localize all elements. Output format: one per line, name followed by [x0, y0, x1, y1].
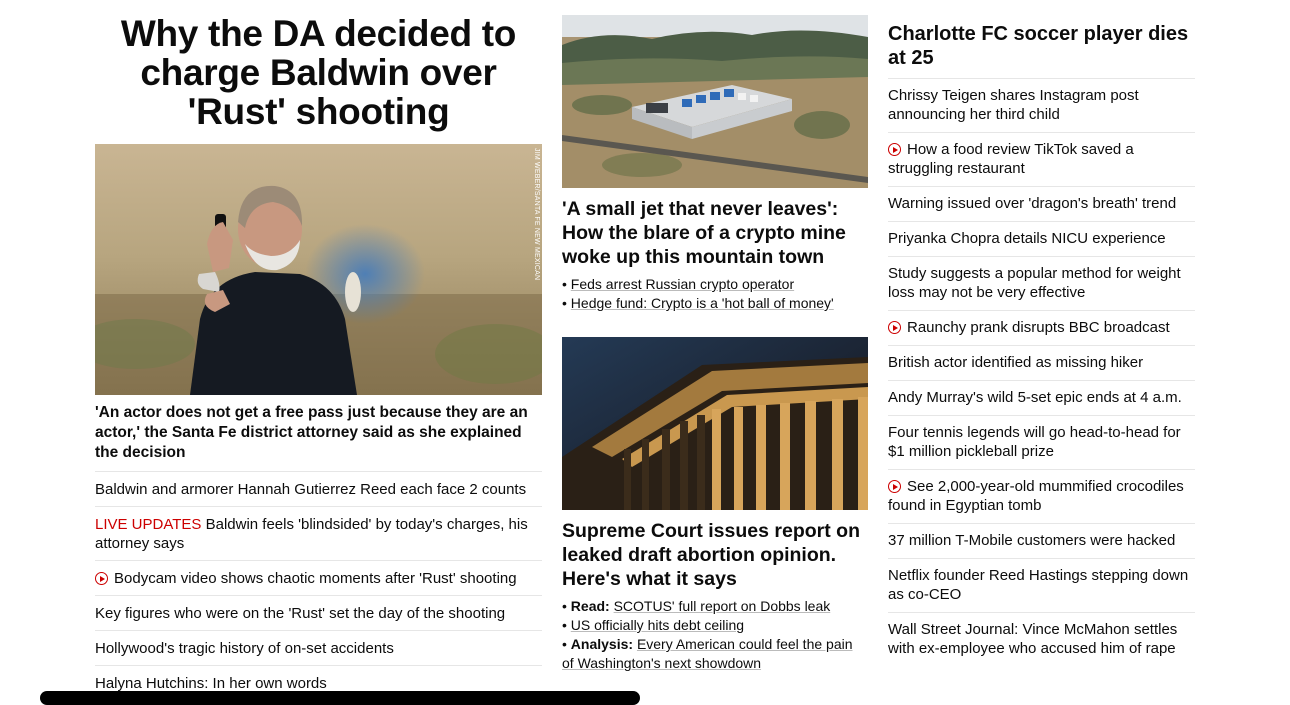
right-story[interactable]: Netflix founder Reed Hastings stepping d… — [888, 559, 1195, 613]
bullet-link[interactable]: • US officially hits debt ceiling — [562, 616, 868, 635]
story-text: Bodycam video shows chaotic moments afte… — [114, 570, 517, 587]
bullet-link[interactable]: • Read: SCOTUS' full report on Dobbs lea… — [562, 597, 868, 616]
right-story[interactable]: Wall Street Journal: Vince McMahon settl… — [888, 613, 1195, 666]
right-story[interactable]: Chrissy Teigen shares Instagram post ann… — [888, 79, 1195, 133]
right-story[interactable]: See 2,000-year-old mummified crocodiles … — [888, 470, 1195, 524]
right-story[interactable]: British actor identified as missing hike… — [888, 346, 1195, 381]
lead-story[interactable]: Baldwin and armorer Hannah Gutierrez Ree… — [95, 472, 542, 507]
scotus-bullets: • Read: SCOTUS' full report on Dobbs lea… — [562, 597, 868, 673]
bullet-text: Hedge fund: Crypto is a 'hot ball of mon… — [570, 295, 834, 311]
lead-story[interactable]: Bodycam video shows chaotic moments afte… — [95, 561, 542, 596]
bullet-prefix: Analysis: — [570, 636, 634, 652]
story-text: Wall Street Journal: Vince McMahon settl… — [888, 621, 1178, 657]
bullet-text: US officially hits debt ceiling — [570, 617, 745, 633]
story-text: Four tennis legends will go head-to-head… — [888, 424, 1181, 460]
photo-credit: JIM WEBER/SANTA FE NEW MEXICAN — [533, 148, 540, 281]
right-story[interactable]: Study suggests a popular method for weig… — [888, 257, 1195, 311]
bullet-text: SCOTUS' full report on Dobbs leak — [613, 598, 831, 614]
story-text: Baldwin and armorer Hannah Gutierrez Ree… — [95, 481, 527, 498]
story-text: Key figures who were on the 'Rust' set t… — [95, 605, 506, 622]
play-icon — [95, 572, 108, 585]
story-text: 37 million T-Mobile customers were hacke… — [888, 532, 1176, 549]
bullet-text: Feds arrest Russian crypto operator — [570, 276, 795, 292]
lead-story[interactable]: Hollywood's tragic history of on-set acc… — [95, 631, 542, 666]
crypto-bullets: • Feds arrest Russian crypto operator • … — [562, 275, 868, 313]
story-text: See 2,000-year-old mummified crocodiles … — [888, 478, 1184, 514]
story-text: Study suggests a popular method for weig… — [888, 265, 1181, 301]
bullet-link[interactable]: • Feds arrest Russian crypto operator — [562, 275, 868, 294]
supreme-court-headline[interactable]: Supreme Court issues report on leaked dr… — [562, 519, 868, 591]
right-story[interactable]: Raunchy prank disrupts BBC broadcast — [888, 311, 1195, 346]
story-text: Chrissy Teigen shares Instagram post ann… — [888, 87, 1139, 123]
right-story[interactable]: Four tennis legends will go head-to-head… — [888, 416, 1195, 470]
lead-story[interactable]: LIVE UPDATES Baldwin feels 'blindsided' … — [95, 507, 542, 561]
middle-column: 'A small jet that never leaves': How the… — [562, 0, 868, 673]
supreme-court-photo[interactable] — [562, 337, 868, 510]
play-icon — [888, 321, 901, 334]
bottom-overlay-bar — [40, 691, 640, 705]
story-text: Halyna Hutchins: In her own words — [95, 675, 327, 692]
lead-headline[interactable]: Why the DA decided to charge Baldwin ove… — [95, 14, 542, 131]
lead-story[interactable]: Key figures who were on the 'Rust' set t… — [95, 596, 542, 631]
right-column: Charlotte FC soccer player dies at 25 Ch… — [888, 0, 1195, 666]
story-text: British actor identified as missing hike… — [888, 354, 1144, 371]
lead-photo-image — [95, 144, 542, 395]
right-headline[interactable]: Charlotte FC soccer player dies at 25 — [888, 22, 1195, 79]
story-text: Warning issued over 'dragon's breath' tr… — [888, 195, 1177, 212]
supreme-court-image — [562, 337, 868, 510]
lead-column: Why the DA decided to charge Baldwin ove… — [95, 0, 542, 700]
right-story[interactable]: Andy Murray's wild 5-set epic ends at 4 … — [888, 381, 1195, 416]
right-story[interactable]: Priyanka Chopra details NICU experience — [888, 222, 1195, 257]
play-icon — [888, 143, 901, 156]
crypto-mine-photo[interactable] — [562, 15, 868, 188]
story-text: How a food review TikTok saved a struggl… — [888, 141, 1134, 177]
story-text: Andy Murray's wild 5-set epic ends at 4 … — [888, 389, 1182, 406]
story-text: Priyanka Chopra details NICU experience — [888, 230, 1166, 247]
lead-caption[interactable]: 'An actor does not get a free pass just … — [95, 403, 542, 472]
story-text: Hollywood's tragic history of on-set acc… — [95, 640, 394, 657]
right-story[interactable]: 37 million T-Mobile customers were hacke… — [888, 524, 1195, 559]
right-story[interactable]: How a food review TikTok saved a struggl… — [888, 133, 1195, 187]
story-text: Raunchy prank disrupts BBC broadcast — [907, 319, 1170, 336]
bullet-link[interactable]: • Hedge fund: Crypto is a 'hot ball of m… — [562, 294, 868, 313]
live-updates-badge: LIVE UPDATES — [95, 516, 202, 533]
crypto-mine-headline[interactable]: 'A small jet that never leaves': How the… — [562, 197, 868, 269]
play-icon — [888, 480, 901, 493]
right-story[interactable]: Warning issued over 'dragon's breath' tr… — [888, 187, 1195, 222]
bullet-prefix: Read: — [570, 598, 610, 614]
lead-photo[interactable]: JIM WEBER/SANTA FE NEW MEXICAN — [95, 144, 542, 395]
story-text: Netflix founder Reed Hastings stepping d… — [888, 567, 1189, 603]
bullet-link[interactable]: • Analysis: Every American could feel th… — [562, 635, 868, 673]
crypto-mine-image — [562, 15, 868, 188]
